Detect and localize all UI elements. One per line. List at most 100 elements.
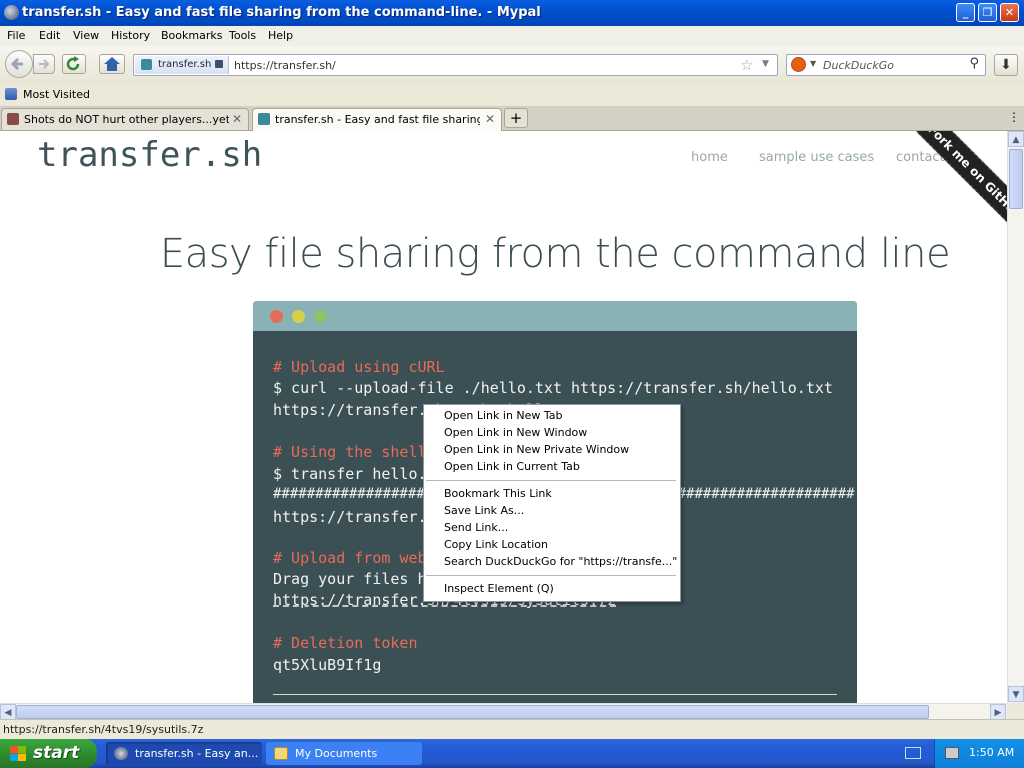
all-tabs-icon[interactable]: ⋮⋮	[1008, 110, 1024, 124]
close-button[interactable]: ✕	[1000, 3, 1019, 22]
new-tab-button[interactable]: +	[504, 108, 528, 128]
reload-button[interactable]	[62, 54, 86, 74]
menu-open-link-private-window[interactable]: Open Link in New Private Window	[444, 443, 629, 456]
menu-bookmarks[interactable]: Bookmarks	[161, 29, 222, 42]
menu-copy-link-location[interactable]: Copy Link Location	[444, 538, 548, 551]
scroll-right-icon[interactable]: ▶	[990, 704, 1006, 720]
menu-save-link-as[interactable]: Save Link As...	[444, 504, 524, 517]
url-dropdown-icon[interactable]: ▼	[762, 59, 769, 69]
url-text[interactable]: https://transfer.sh/	[234, 59, 336, 72]
terminal-line: # Deletion token	[273, 634, 418, 652]
scroll-down-icon[interactable]: ▼	[1008, 686, 1024, 702]
vertical-scroll-thumb[interactable]	[1009, 149, 1023, 209]
windows-flag-icon	[10, 746, 26, 761]
tab-favicon-icon	[7, 113, 19, 125]
menu-separator	[426, 575, 676, 576]
status-bar: https://transfer.sh/4tvs19/sysutils.7z	[0, 719, 1024, 740]
identity-site-label: transfer.sh	[158, 59, 212, 70]
forward-button[interactable]	[33, 54, 55, 74]
maximize-button[interactable]: ❐	[978, 3, 997, 22]
mypal-icon	[114, 747, 128, 760]
menu-send-link[interactable]: Send Link...	[444, 521, 508, 534]
folder-icon	[274, 747, 288, 760]
terminal-header	[253, 301, 857, 331]
menu-separator	[426, 480, 676, 481]
green-dot-icon	[314, 310, 327, 323]
mypal-app-icon[interactable]	[4, 5, 19, 20]
search-engine-dropdown-icon[interactable]: ▼	[810, 59, 816, 68]
menu-open-link-new-tab[interactable]: Open Link in New Tab	[444, 409, 563, 422]
system-tray: 1:50 AM	[934, 739, 1024, 768]
search-placeholder: DuckDuckGo	[823, 59, 894, 72]
menu-inspect-element[interactable]: Inspect Element (Q)	[444, 582, 554, 595]
horizontal-scroll-thumb[interactable]	[16, 705, 929, 719]
scroll-left-icon[interactable]: ◀	[0, 704, 16, 720]
terminal-line: # Upload using cURL	[273, 358, 445, 376]
search-input[interactable]: ▼ DuckDuckGo ⚲	[786, 54, 986, 76]
tab-shots[interactable]: Shots do NOT hurt other players...yet. ✕	[1, 108, 249, 130]
download-icon: ⬇	[1000, 57, 1012, 73]
page-headline: Easy file sharing from the command line	[159, 231, 951, 277]
taskbar: start transfer.sh - Easy an... My Docume…	[0, 739, 1024, 768]
menu-search-duckduckgo[interactable]: Search DuckDuckGo for "https://transfe..…	[444, 555, 677, 568]
site-logo[interactable]: transfer.sh	[37, 135, 262, 175]
github-ribbon[interactable]: Fork me on GitHub	[916, 131, 1007, 231]
tab-close-icon[interactable]: ✕	[485, 112, 495, 126]
site-identity-button[interactable]: transfer.sh	[135, 56, 229, 74]
back-button[interactable]	[5, 50, 33, 78]
duckduckgo-icon[interactable]	[791, 57, 806, 72]
lock-icon	[215, 60, 223, 68]
deletion-token: qt5XluB9If1g	[273, 656, 382, 674]
menu-open-link-new-window[interactable]: Open Link in New Window	[444, 426, 587, 439]
task-label: transfer.sh - Easy an...	[135, 747, 259, 760]
back-icon	[10, 57, 23, 71]
menu-tools[interactable]: Tools	[229, 29, 256, 42]
keyboard-icon[interactable]	[905, 747, 921, 759]
bookmarks-toolbar: Most Visited	[0, 84, 1024, 107]
taskbar-item-transfer-sh[interactable]: transfer.sh - Easy an...	[106, 742, 262, 765]
taskbar-item-my-documents[interactable]: My Documents	[266, 742, 422, 765]
plus-icon: +	[509, 109, 523, 127]
start-label: start	[33, 743, 80, 763]
site-favicon-icon	[141, 59, 152, 70]
nav-home-link[interactable]: home	[691, 150, 728, 165]
forward-icon	[39, 59, 50, 69]
tab-transfer-sh[interactable]: transfer.sh - Easy and fast file sharing…	[252, 108, 502, 131]
menu-open-link-current-tab[interactable]: Open Link in Current Tab	[444, 460, 580, 473]
status-text: https://transfer.sh/4tvs19/sysutils.7z	[3, 723, 204, 736]
context-menu: Open Link in New Tab Open Link in New Wi…	[423, 404, 681, 602]
horizontal-scrollbar[interactable]: ◀ ▶	[0, 703, 1007, 720]
divider	[273, 694, 837, 695]
menu-view[interactable]: View	[73, 29, 99, 42]
menu-file[interactable]: File	[7, 29, 25, 42]
home-button[interactable]	[99, 54, 125, 74]
download-button[interactable]: ⬇	[994, 54, 1018, 76]
task-label: My Documents	[295, 747, 378, 760]
url-bar[interactable]: transfer.sh https://transfer.sh/ ☆ ▼	[133, 54, 778, 76]
menu-edit[interactable]: Edit	[39, 29, 60, 42]
search-icon[interactable]: ⚲	[969, 56, 979, 71]
clock[interactable]: 1:50 AM	[969, 746, 1014, 759]
folder-icon	[5, 88, 17, 100]
minimize-button[interactable]: _	[956, 3, 975, 22]
menu-history[interactable]: History	[111, 29, 150, 42]
scroll-up-icon[interactable]: ▲	[1008, 131, 1024, 147]
tab-label: transfer.sh - Easy and fast file sharing…	[275, 113, 480, 126]
title-bar: transfer.sh - Easy and fast file sharing…	[0, 0, 1024, 26]
window-title: transfer.sh - Easy and fast file sharing…	[22, 5, 541, 20]
nav-sample-use-cases-link[interactable]: sample use cases	[759, 150, 874, 165]
bookmark-most-visited[interactable]: Most Visited	[23, 88, 90, 101]
reload-icon	[66, 56, 80, 71]
menu-bar: File Edit View History Bookmarks Tools H…	[0, 26, 1024, 46]
red-dot-icon	[270, 310, 283, 323]
menu-bookmark-link[interactable]: Bookmark This Link	[444, 487, 552, 500]
yellow-dot-icon	[292, 310, 305, 323]
star-icon[interactable]: ☆	[740, 56, 753, 74]
menu-help[interactable]: Help	[268, 29, 293, 42]
home-icon	[104, 57, 120, 71]
terminal-line: # Upload from web	[273, 549, 427, 567]
tab-close-icon[interactable]: ✕	[232, 112, 242, 126]
start-button[interactable]: start	[0, 739, 97, 768]
network-icon[interactable]	[945, 747, 959, 759]
vertical-scrollbar[interactable]: ▲ ▼	[1007, 131, 1024, 703]
